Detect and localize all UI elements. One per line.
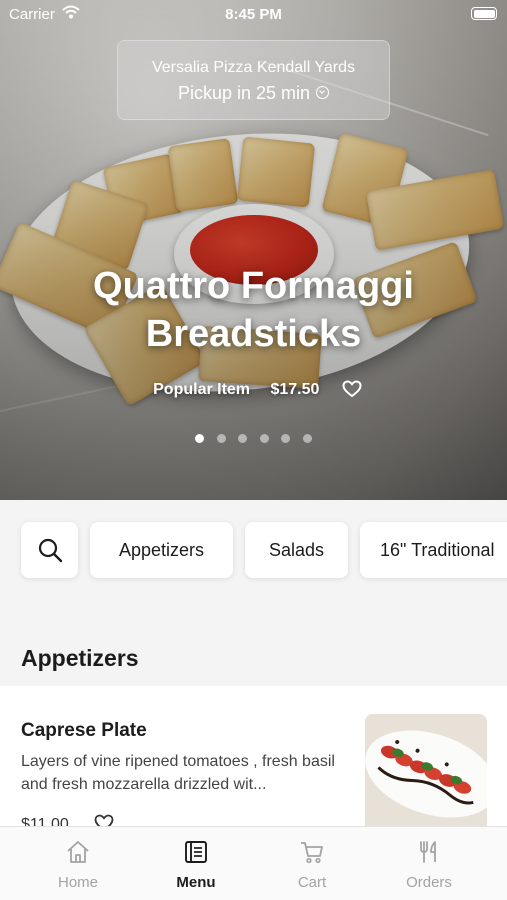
item-photo: [365, 714, 487, 836]
featured-item-meta: Popular Item $17.50: [0, 380, 507, 399]
tab-menu-label: Menu: [176, 874, 216, 891]
carousel-dot[interactable]: [281, 434, 291, 443]
category-chip-16-traditional[interactable]: 16" Traditional: [360, 522, 507, 578]
tab-cart[interactable]: Cart: [249, 827, 375, 900]
carousel-dot[interactable]: [302, 434, 312, 443]
featured-title-line2: Breadsticks: [145, 313, 362, 355]
tab-menu[interactable]: Menu: [133, 827, 259, 900]
bottom-tab-bar: Home Menu Cart Orders: [0, 826, 507, 900]
tab-home-label: Home: [57, 874, 98, 891]
cart-icon: [301, 842, 323, 864]
category-chip-salads[interactable]: Salads: [245, 522, 348, 578]
pickup-selector[interactable]: Versalia Pizza Kendall Yards Pickup in 2…: [117, 40, 390, 120]
carousel-dot[interactable]: [259, 434, 269, 443]
featured-item-title: Quattro Formaggi Breadsticks: [0, 262, 507, 358]
status-bar: Carrier 8:45 PM: [0, 0, 507, 30]
item-name: Caprese Plate: [21, 720, 147, 741]
pickup-eta-row: Pickup in 25 min: [118, 83, 389, 104]
battery-icon: [471, 7, 497, 20]
fork-knife-icon: [420, 841, 436, 863]
tab-home[interactable]: Home: [15, 827, 141, 900]
carousel-dots: [0, 430, 507, 448]
featured-price: $17.50: [270, 381, 320, 398]
favorite-heart-icon[interactable]: [342, 380, 362, 398]
caprese-plate-image: [365, 714, 487, 836]
tab-cart-label: Cart: [297, 874, 327, 891]
pickup-eta: Pickup in 25 min: [177, 83, 311, 103]
search-icon: [38, 538, 63, 563]
carousel-dot[interactable]: [195, 434, 205, 443]
section-title: Appetizers: [21, 645, 139, 671]
category-bar: Appetizers Salads 16" Traditional: [0, 500, 507, 600]
menu-book-icon: [185, 841, 207, 863]
item-description: Layers of vine ripened tomatoes , fresh …: [21, 753, 335, 793]
chevron-circle-icon: [316, 86, 330, 99]
tab-orders[interactable]: Orders: [366, 827, 492, 900]
home-icon: [67, 841, 89, 863]
store-name: Versalia Pizza Kendall Yards: [151, 59, 356, 76]
search-button[interactable]: [21, 522, 78, 578]
carousel-dot[interactable]: [216, 434, 226, 443]
clock-time: 8:45 PM: [225, 6, 282, 23]
featured-title-line1: Quattro Formaggi: [93, 265, 414, 307]
featured-tag: Popular Item: [153, 381, 251, 398]
carousel-dot[interactable]: [238, 434, 248, 443]
hero-banner[interactable]: Carrier 8:45 PM Versalia Pizza Kendall Y…: [0, 0, 507, 500]
category-chip-appetizers[interactable]: Appetizers: [90, 522, 233, 578]
tab-orders-label: Orders: [406, 874, 452, 891]
